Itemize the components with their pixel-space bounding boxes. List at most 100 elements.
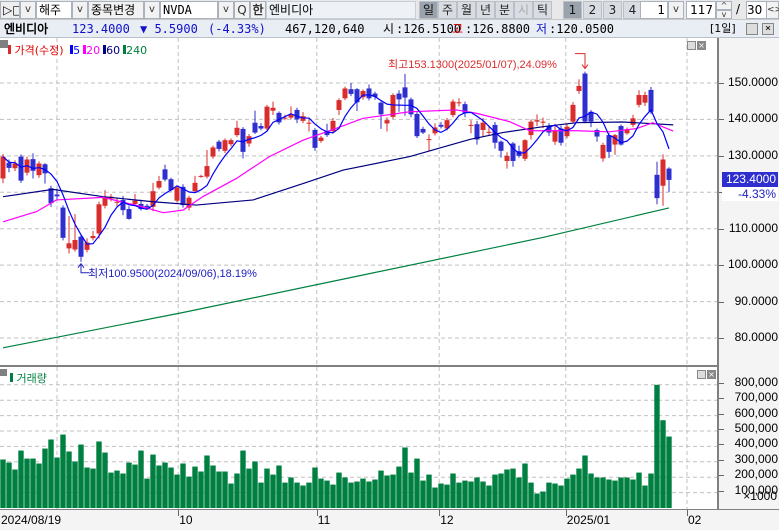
- volume-bar[interactable]: [96, 441, 102, 508]
- symbol-input[interactable]: NVDA: [160, 1, 218, 19]
- count-input[interactable]: 117: [686, 1, 716, 19]
- candle[interactable]: [276, 111, 282, 125]
- volume-bar[interactable]: [312, 467, 318, 508]
- candle[interactable]: [216, 139, 222, 152]
- candle[interactable]: [606, 133, 612, 159]
- candle[interactable]: [162, 164, 168, 182]
- volume-bar[interactable]: [18, 450, 24, 508]
- count-spin-down[interactable]: v: [716, 10, 732, 19]
- volume-bar[interactable]: [522, 463, 528, 508]
- pane-handle-icon[interactable]: [0, 369, 7, 376]
- candle[interactable]: [318, 135, 324, 143]
- market-dropdown[interactable]: v: [72, 1, 88, 19]
- pane-maximize-button[interactable]: [687, 41, 696, 50]
- candle[interactable]: [234, 120, 240, 137]
- volume-bar[interactable]: [408, 472, 414, 508]
- scroll-nav-button[interactable]: <>: [766, 1, 779, 19]
- candle[interactable]: [222, 138, 228, 153]
- candle[interactable]: [126, 206, 132, 220]
- volume-chart-pane[interactable]: 거래량 ×: [0, 365, 717, 509]
- change-symbol-dropdown[interactable]: v: [144, 1, 160, 19]
- hangul-toggle-button[interactable]: 한: [250, 1, 266, 19]
- volume-bar[interactable]: [138, 450, 144, 508]
- volume-title[interactable]: 거래량: [17, 372, 47, 385]
- volume-bar[interactable]: [630, 479, 636, 508]
- candle[interactable]: [636, 90, 642, 108]
- volume-bar[interactable]: [558, 485, 564, 508]
- candle[interactable]: [348, 83, 354, 97]
- volume-bar[interactable]: [0, 459, 6, 508]
- volume-bar[interactable]: [252, 461, 258, 508]
- volume-bar[interactable]: [600, 477, 606, 508]
- volume-bar[interactable]: [624, 477, 630, 508]
- volume-bar[interactable]: [366, 481, 372, 508]
- layout-button-1[interactable]: 1: [563, 1, 582, 19]
- legend-ma-20[interactable]: 20: [83, 44, 100, 57]
- tab-period-1[interactable]: 주: [438, 1, 457, 19]
- volume-bar[interactable]: [354, 481, 360, 508]
- volume-chart[interactable]: [0, 367, 717, 509]
- candle[interactable]: [366, 84, 372, 101]
- candle[interactable]: [186, 195, 192, 211]
- candle[interactable]: [288, 106, 294, 120]
- candle[interactable]: [78, 235, 84, 262]
- volume-bar[interactable]: [330, 484, 336, 508]
- count-spin-up[interactable]: ^: [716, 1, 732, 10]
- volume-bar[interactable]: [654, 384, 660, 508]
- volume-bar[interactable]: [228, 483, 234, 508]
- candle[interactable]: [498, 140, 504, 158]
- volume-bar[interactable]: [282, 482, 288, 508]
- volume-bar[interactable]: [90, 468, 96, 508]
- candle[interactable]: [528, 119, 534, 140]
- pane-close-icon[interactable]: ×: [707, 370, 716, 379]
- volume-bar[interactable]: [498, 473, 504, 508]
- layout-button-2[interactable]: 2: [583, 1, 602, 19]
- symbol-dropdown[interactable]: v: [218, 1, 234, 19]
- candle[interactable]: [36, 161, 42, 178]
- volume-bar[interactable]: [480, 481, 486, 508]
- volume-bar[interactable]: [444, 484, 450, 508]
- candle[interactable]: [60, 205, 66, 241]
- volume-bar[interactable]: [162, 462, 168, 508]
- candle[interactable]: [408, 97, 414, 118]
- volume-bar[interactable]: [534, 493, 540, 508]
- candle[interactable]: [264, 104, 270, 131]
- volume-bar[interactable]: [636, 472, 642, 508]
- legend-ma-240[interactable]: 240: [123, 44, 147, 57]
- maximize-button[interactable]: [746, 23, 758, 35]
- volume-bar[interactable]: [450, 473, 456, 508]
- volume-bar[interactable]: [570, 474, 576, 508]
- candle[interactable]: [654, 161, 660, 205]
- volume-bar[interactable]: [336, 472, 342, 508]
- interval-dropdown[interactable]: v: [668, 1, 684, 19]
- volume-bar[interactable]: [144, 478, 150, 508]
- candle[interactable]: [198, 174, 204, 178]
- tab-period-6[interactable]: 틱: [533, 1, 552, 19]
- volume-bar[interactable]: [642, 485, 648, 508]
- volume-bar[interactable]: [120, 473, 126, 508]
- candle[interactable]: [666, 167, 672, 193]
- screen-menu-icon[interactable]: ▷□: [0, 1, 20, 19]
- candle[interactable]: [192, 175, 198, 194]
- volume-bar[interactable]: [324, 480, 330, 508]
- candle[interactable]: [42, 163, 48, 184]
- volume-bar[interactable]: [420, 480, 426, 508]
- volume-bar[interactable]: [186, 476, 192, 508]
- candle[interactable]: [204, 150, 210, 179]
- volume-bar[interactable]: [402, 447, 408, 508]
- volume-bar[interactable]: [648, 473, 654, 508]
- candle[interactable]: [30, 153, 36, 179]
- value-axis[interactable]: 150.0000140.0000130.0000120.0000110.0000…: [717, 38, 779, 509]
- search-icon[interactable]: Q: [234, 1, 250, 19]
- volume-bar[interactable]: [204, 455, 210, 508]
- volume-bar[interactable]: [234, 473, 240, 508]
- volume-bar[interactable]: [12, 469, 18, 509]
- volume-bar[interactable]: [438, 483, 444, 508]
- tab-period-5[interactable]: 시: [514, 1, 533, 19]
- volume-bar[interactable]: [462, 480, 468, 508]
- candle[interactable]: [600, 142, 606, 162]
- close-icon[interactable]: ×: [762, 23, 774, 35]
- candle[interactable]: [546, 123, 552, 136]
- volume-bar[interactable]: [384, 475, 390, 508]
- volume-bar[interactable]: [414, 458, 420, 508]
